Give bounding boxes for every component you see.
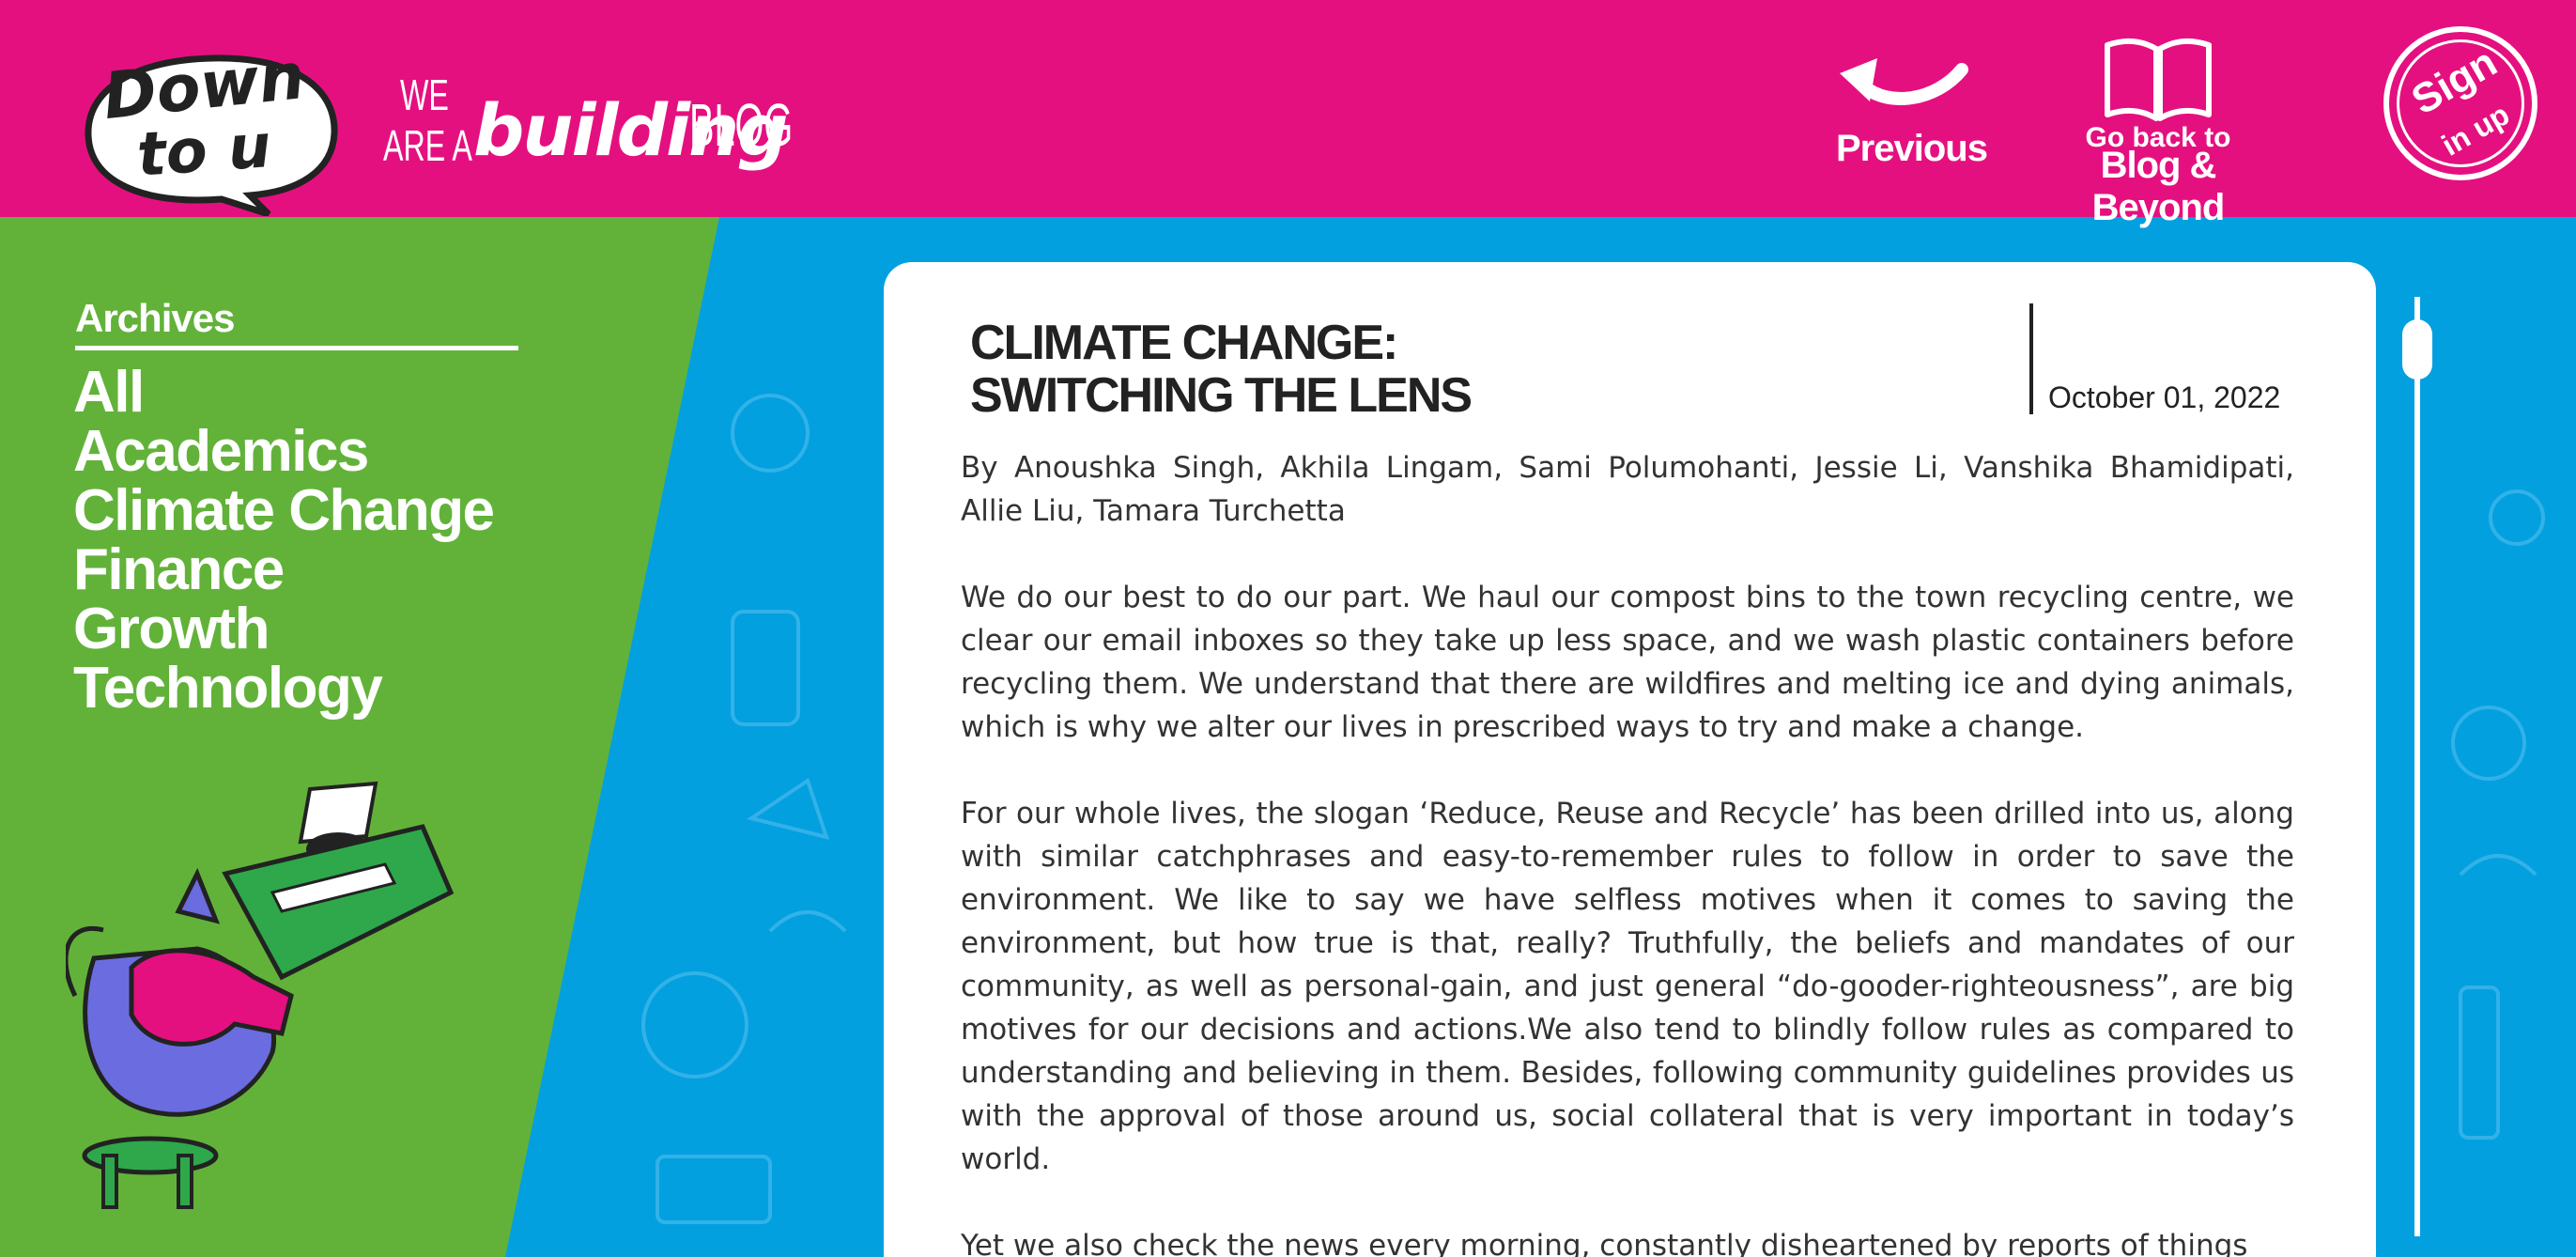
- scrollbar-track[interactable]: [2414, 297, 2420, 1236]
- article-byline: By Anoushka Singh, Akhila Lingam, Sami P…: [961, 451, 2294, 528]
- article-card: CLIMATE CHANGE: SWITCHING THE LENS Octob…: [884, 262, 2376, 1257]
- cat-typewriter-illustration: [66, 781, 455, 1209]
- logo-line1: Down: [100, 39, 308, 134]
- archive-item-climate-change[interactable]: Climate Change: [73, 481, 495, 540]
- tagline-we: WE: [400, 70, 449, 119]
- article-paragraph: Yet we also check the news every morning…: [961, 1229, 2248, 1257]
- article-title-line2: SWITCHING THE LENS: [970, 368, 1473, 423]
- article-body: By Anoushka Singh, Akhila Lingam, Sami P…: [961, 446, 2294, 1257]
- site-logo[interactable]: Down to u: [81, 39, 344, 218]
- back-to-blog-button[interactable]: Go back to Blog & Beyond: [2036, 34, 2280, 228]
- date-divider: [2029, 303, 2033, 414]
- article-paragraph: We do our best to do our part. We haul o…: [961, 581, 2294, 744]
- curved-arrow-left-icon: [1840, 58, 1968, 105]
- site-header: Down to u WE ARE A building BLOG Previou…: [0, 0, 2576, 228]
- tagline-blog: BLOG: [689, 91, 794, 159]
- archive-item-finance[interactable]: Finance: [73, 540, 494, 599]
- signup-button[interactable]: Sign in up: [2383, 26, 2537, 180]
- article-date: October 01, 2022: [2048, 380, 2281, 414]
- tagline: WE ARE A building BLOG: [383, 68, 793, 172]
- previous-button[interactable]: Previous: [1827, 53, 1988, 175]
- scrollbar-thumb[interactable]: [2402, 319, 2432, 380]
- archive-list: All Academics Climate Change Finance Gro…: [73, 363, 495, 718]
- archive-item-all[interactable]: All: [73, 363, 494, 422]
- archive-item-growth[interactable]: Growth: [73, 599, 494, 659]
- article-title: CLIMATE CHANGE: SWITCHING THE LENS: [970, 316, 1473, 423]
- previous-label: Previous: [1836, 128, 1988, 169]
- tagline-area: ARE A: [383, 121, 472, 170]
- archives-divider: [75, 346, 518, 350]
- archives-heading: Archives: [75, 296, 235, 340]
- article-title-line1: CLIMATE CHANGE:: [970, 316, 1398, 370]
- archive-item-academics[interactable]: Academics: [73, 422, 494, 481]
- logo-line2: to u: [134, 112, 273, 191]
- article-paragraph: For our whole lives, the slogan ‘Reduce,…: [961, 797, 2294, 1176]
- archive-item-technology[interactable]: Technology: [73, 659, 494, 718]
- open-book-icon: [2105, 38, 2212, 121]
